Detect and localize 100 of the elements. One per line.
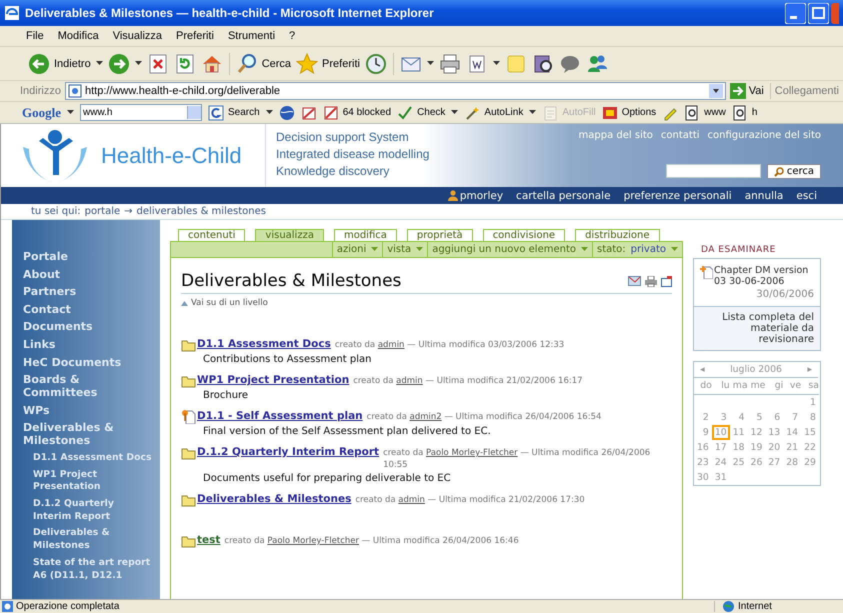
search-button[interactable]: cerca [766,164,821,179]
dropdown-icon[interactable] [708,84,723,98]
calendar-day[interactable]: 30 [694,470,712,485]
calendar-day[interactable]: 29 [801,455,819,470]
page-button[interactable]: h [732,104,758,120]
caret-icon[interactable] [67,110,74,115]
menu-item[interactable]: File [26,30,44,42]
sidebar-item[interactable]: Contact [23,302,154,316]
clock-icon[interactable] [364,52,387,74]
options-button[interactable]: Options [602,104,656,120]
item-title-link[interactable]: D1.1 - Self Assessment plan [197,410,363,422]
next-month-button[interactable]: ▸ [807,364,812,375]
search-button[interactable]: Search [208,104,260,120]
calendar-day[interactable]: 28 [783,455,802,470]
breadcrumb-link[interactable]: deliverables & milestones [136,206,266,217]
back-button[interactable]: Indietro [28,52,91,74]
user-link[interactable]: pmorley [460,190,504,202]
item-title-link[interactable]: test [197,534,220,546]
calendar-day[interactable]: 4 [736,410,748,425]
sidebar-item[interactable]: WPs [23,404,154,417]
site-link[interactable]: mappa del sito [578,130,653,141]
author-link[interactable]: admin [398,495,425,505]
author-link[interactable]: admin2 [410,412,442,422]
sidebar-subitem[interactable]: State of the art report A6 (D11.1, D12.1 [23,556,154,582]
sidebar-item[interactable]: Links [23,338,154,351]
envelope-icon[interactable] [628,276,641,286]
item-title-link[interactable]: Deliverables & Milestones [197,493,352,505]
review-item-link[interactable]: Chapter DM version 03 30-06-2006 [714,265,816,287]
sidebar-subitem[interactable]: D1.1 Assessment Docs [23,452,154,465]
calendar-day[interactable]: 19 [748,440,766,455]
google-search-field[interactable]: www.h [80,104,202,121]
calendar-day[interactable]: 17 [712,440,730,455]
action-menu[interactable]: azioni [332,242,382,257]
search-button[interactable]: Cerca [236,52,292,74]
caret-icon[interactable] [96,61,103,66]
sidebar-item[interactable]: HeC Documents [23,356,154,369]
author-link[interactable]: Paolo Morley-Fletcher [426,448,518,458]
calendar-day[interactable]: 5 [753,410,766,425]
check-button[interactable]: Check [397,104,446,120]
page-button[interactable]: www [684,104,726,120]
calendar-day[interactable]: 23 [694,455,712,470]
printer-icon[interactable] [645,276,657,286]
author-link[interactable]: Paolo Morley-Fletcher [267,536,359,546]
book-icon[interactable] [532,52,554,74]
menu-item[interactable]: Preferiti [176,30,214,42]
popup-window-icon[interactable] [300,104,317,120]
menu-item[interactable]: Strumenti [228,30,276,42]
caret-icon[interactable] [529,110,536,115]
calendar-day[interactable]: 20 [765,440,784,455]
menu-item[interactable]: Visualizza [112,30,162,42]
tab[interactable]: visualizza [255,229,324,241]
menu-item[interactable]: ? [289,30,296,42]
calendar-day[interactable]: 15 [801,425,819,440]
calendar-day[interactable]: 1 [806,395,819,410]
sidebar-subitem[interactable]: D.1.2 Quarterly Interim Report [23,498,154,524]
search-field[interactable] [666,164,761,178]
calendar-day[interactable]: 8 [806,410,819,425]
calendar-day[interactable]: 6 [771,410,784,425]
calendar-day[interactable]: 3 [718,410,730,425]
calendar-day[interactable]: 9 [700,425,712,440]
printer-icon[interactable] [438,52,461,74]
globe-icon[interactable] [278,104,295,120]
stop-icon[interactable] [146,52,169,74]
user-menu-link[interactable]: esci [796,190,817,202]
site-link[interactable]: configurazione del sito [708,130,821,141]
links-label[interactable]: Collegamenti [774,85,843,97]
action-menu[interactable]: aggiungi un nuovo elemento [427,242,592,257]
caret-icon[interactable] [492,61,500,66]
item-title-link[interactable]: D.1.2 Quarterly Interim Report [197,446,380,458]
address-field[interactable]: http://www.health-e-child.org/deliverable [64,82,726,100]
tab[interactable]: distribuzione [575,229,660,241]
breadcrumb-link[interactable]: portale [84,206,120,217]
item-title-link[interactable]: WP1 Project Presentation [197,374,350,386]
item-title-link[interactable]: D1.1 Assessment Docs [197,338,331,350]
calendar-day[interactable]: 27 [765,455,784,470]
fullscreen-icon[interactable] [661,276,672,286]
action-menu[interactable]: stato: privato [592,242,682,257]
calendar-day[interactable]: 10 [712,425,730,440]
calendar-day[interactable]: 11 [730,425,748,440]
calendar-day[interactable]: 22 [801,440,819,455]
calendar-day[interactable]: 2 [700,410,712,425]
user-menu-link[interactable]: preferenze personali [624,190,732,202]
calendar-day[interactable]: 26 [748,455,766,470]
calendar-day[interactable]: 25 [730,455,748,470]
refresh-icon[interactable] [174,52,196,74]
calendar-day[interactable]: 16 [694,440,712,455]
author-link[interactable]: admin [396,376,423,386]
sidebar-subitem[interactable]: WP1 Project Presentation [23,468,154,494]
tab[interactable]: condivisione [482,229,566,241]
calendar-day[interactable]: 31 [712,470,730,485]
minimize-icon[interactable] [785,2,806,24]
calendar-day[interactable]: 12 [748,425,766,440]
review-list-link[interactable]: Lista completa del materiale da revisionare [694,306,820,350]
sidebar-subitem[interactable]: Deliverables & Milestones [23,527,154,553]
tab[interactable]: proprietà [406,229,473,241]
people-icon[interactable] [586,52,608,74]
up-level-link[interactable]: Vai su di un livello [191,298,268,308]
site-link[interactable]: contatti [660,130,700,141]
calendar-day[interactable]: 18 [730,440,748,455]
sidebar-item[interactable]: Boards & Committees [23,373,154,400]
